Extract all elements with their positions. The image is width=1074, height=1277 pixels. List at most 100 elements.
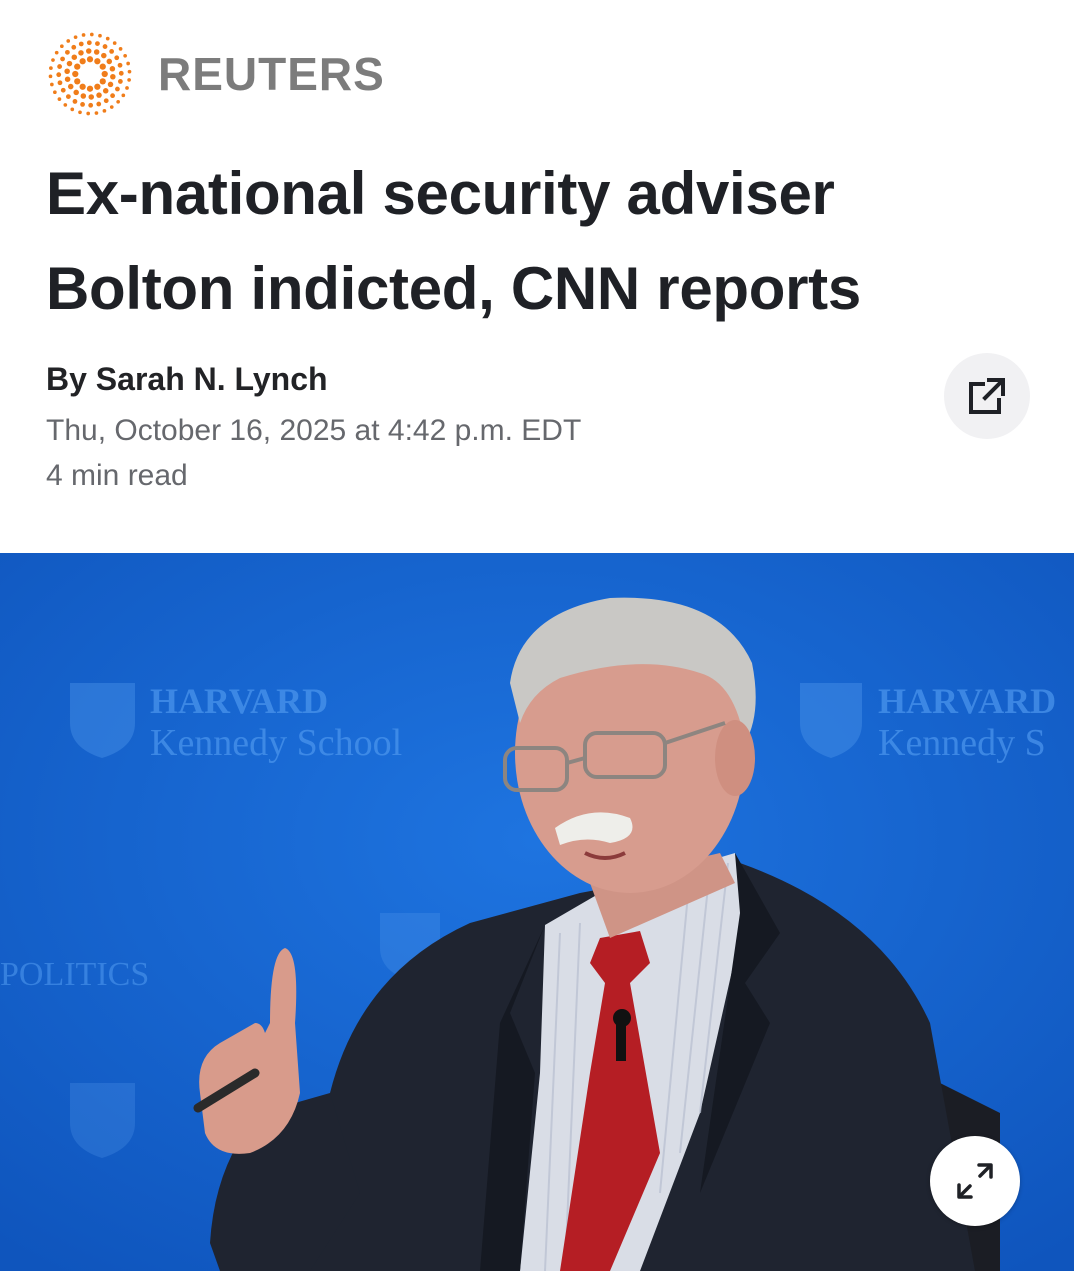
logo-dot — [109, 49, 115, 54]
logo-dot — [67, 83, 74, 90]
logo-dot — [98, 33, 102, 38]
logo-dot — [74, 78, 81, 85]
hero-image[interactable]: HARVARD Kennedy School HARVARD Kennedy S… — [0, 553, 1074, 1271]
article-header: REUTERS Ex-national security adviser Bol… — [0, 0, 1074, 550]
logo-dot — [86, 111, 91, 116]
logo-dot — [102, 44, 108, 49]
logo-dot — [56, 72, 62, 78]
ear — [715, 720, 755, 796]
reuters-logo-icon — [48, 32, 132, 116]
logo-dot — [79, 58, 86, 65]
logo-dot — [115, 86, 120, 92]
logo-dot — [110, 73, 116, 80]
logo-dot — [50, 82, 54, 87]
logo-dot — [51, 58, 55, 62]
logo-dot — [72, 70, 79, 78]
backdrop-text-right-2: Kennedy S — [878, 722, 1046, 764]
logo-dot — [112, 41, 117, 45]
logo-dot — [123, 53, 127, 58]
logo-dot — [63, 103, 68, 107]
logo-dot — [121, 93, 126, 98]
logo-dot — [74, 63, 81, 70]
logo-dot — [95, 41, 100, 47]
logo-dot — [72, 99, 78, 104]
logo-dot — [53, 90, 57, 95]
logo-dot — [101, 52, 107, 59]
logo-dot — [65, 94, 71, 99]
expand-diagonal-icon — [957, 1163, 993, 1199]
read-time: 4 min read — [46, 459, 188, 492]
logo-dot — [109, 66, 116, 72]
logo-dot — [93, 49, 100, 55]
logo-dot — [89, 32, 94, 37]
logo-dot — [78, 41, 84, 47]
brand-name: REUTERS — [158, 48, 385, 100]
logo-dot — [94, 58, 101, 65]
logo-dot — [96, 101, 102, 107]
logo-dot — [65, 49, 70, 55]
logo-dot — [102, 108, 107, 113]
logo-dot — [78, 50, 84, 56]
headline: Ex-national security adviser Bolton indi… — [46, 146, 1036, 336]
logo-dot — [66, 60, 73, 67]
logo-dot — [70, 107, 75, 112]
logo-dot — [94, 83, 101, 90]
logo-dot — [71, 54, 78, 60]
logo-dot — [107, 81, 114, 88]
logo-dot — [60, 87, 66, 93]
logo-dot — [117, 79, 123, 84]
logo-dot — [60, 44, 64, 49]
logo-dot — [125, 86, 129, 90]
logo-dot — [99, 78, 106, 85]
backdrop-text-right-1: HARVARD — [878, 681, 1056, 721]
logo-dot — [73, 89, 79, 96]
logo-dot — [86, 85, 94, 92]
logo-dot — [86, 56, 94, 63]
logo-dot — [114, 55, 120, 61]
logo-dot — [116, 99, 120, 104]
logo-dot — [101, 70, 108, 78]
logo-dot — [118, 70, 124, 76]
logo-dot — [110, 93, 115, 99]
logo-dot — [54, 50, 59, 55]
logo-dot — [127, 78, 131, 82]
logo-dot — [88, 102, 94, 108]
logo-dot — [109, 105, 114, 109]
logo-dot — [85, 48, 92, 54]
logo-dot — [96, 92, 102, 98]
logo-dot — [79, 83, 86, 90]
logo-dot — [80, 101, 85, 107]
hero-photo: HARVARD Kennedy School HARVARD Kennedy S… — [0, 553, 1074, 1271]
backdrop-text-left-1: HARVARD — [150, 681, 328, 721]
logo-dot — [49, 66, 53, 70]
logo-dot — [81, 33, 86, 37]
logo-dot — [71, 44, 77, 50]
logo-dot — [118, 47, 123, 51]
logo-dot — [88, 94, 95, 100]
logo-dot — [60, 56, 65, 62]
logo-dot — [103, 98, 109, 104]
publish-date: Thu, October 16, 2025 at 4:42 p.m. EDT — [46, 414, 582, 447]
expand-image-button[interactable] — [930, 1136, 1020, 1226]
brand[interactable]: REUTERS — [44, 28, 385, 120]
logo-dot — [73, 35, 78, 40]
backdrop-text-side: POLITICS — [0, 956, 149, 993]
headline-line-1: Ex-national security adviser — [46, 160, 835, 227]
logo-dot — [66, 39, 71, 43]
share-button[interactable] — [944, 353, 1030, 439]
logo-dot — [57, 80, 63, 86]
logo-dot — [117, 62, 123, 68]
logo-dot — [127, 69, 132, 74]
backdrop-text-left-2: Kennedy School — [150, 722, 402, 764]
byline[interactable]: By Sarah N. Lynch — [46, 361, 328, 398]
logo-dot — [126, 61, 130, 66]
logo-dot — [99, 63, 106, 70]
headline-line-2: Bolton indicted, CNN reports — [46, 255, 861, 322]
external-link-icon — [969, 378, 1005, 414]
logo-dot — [78, 110, 82, 115]
logo-dot — [48, 74, 53, 79]
logo-dot — [80, 93, 87, 99]
logo-dot — [86, 40, 92, 46]
logo-dot — [102, 88, 109, 94]
logo-dot — [105, 36, 110, 41]
